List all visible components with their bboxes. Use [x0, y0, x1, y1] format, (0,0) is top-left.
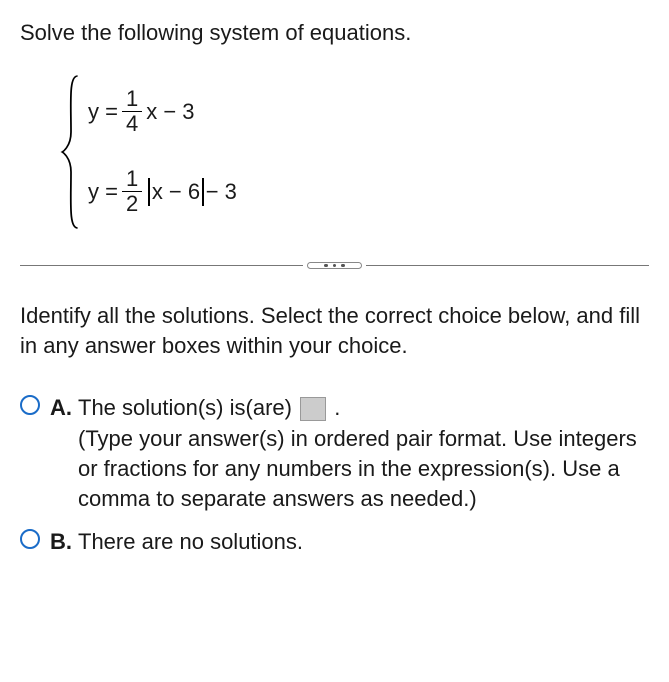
choice-b-text: There are no solutions.: [78, 527, 649, 557]
choice-a-line1: The solution(s) is(are) .: [78, 393, 649, 423]
left-brace-icon: [60, 72, 82, 232]
eq1-lhs: y =: [88, 97, 118, 127]
abs-inner: x − 6: [152, 177, 200, 207]
expand-button[interactable]: [307, 262, 363, 270]
abs-bar-right-icon: [202, 178, 204, 206]
equation-system: y = 1 4 x − 3 y = 1 2 x − 6 − 3: [60, 72, 649, 232]
dot-icon: [324, 264, 328, 268]
divider-line: [20, 265, 303, 266]
problem-prompt: Solve the following system of equations.: [20, 18, 649, 48]
dot-icon: [333, 264, 337, 268]
choice-b-letter: B.: [50, 527, 78, 557]
frac-numerator: 1: [122, 168, 142, 191]
fraction-1-4: 1 4: [122, 88, 142, 135]
instruction-text: Identify all the solutions. Select the c…: [20, 301, 649, 360]
dot-icon: [341, 264, 345, 268]
eq1-rhs: x − 3: [146, 97, 194, 127]
eq2-lhs: y =: [88, 177, 118, 207]
frac-denominator: 4: [122, 111, 142, 135]
choice-a: A. The solution(s) is(are) . (Type your …: [20, 391, 649, 516]
choice-b: B. There are no solutions.: [20, 525, 649, 559]
radio-b[interactable]: [20, 529, 40, 549]
radio-a[interactable]: [20, 395, 40, 415]
choice-a-line1-post: .: [334, 395, 340, 420]
section-divider: [20, 262, 649, 270]
fraction-1-2: 1 2: [122, 168, 142, 215]
choice-a-letter: A.: [50, 393, 78, 423]
answer-input-box[interactable]: [300, 397, 326, 421]
choice-a-line1-pre: The solution(s) is(are): [78, 395, 298, 420]
divider-line: [366, 265, 649, 266]
equation-2: y = 1 2 x − 6 − 3: [88, 168, 237, 215]
absolute-value: x − 6: [146, 177, 206, 207]
frac-denominator: 2: [122, 191, 142, 215]
frac-numerator: 1: [122, 88, 142, 111]
eq2-tail: − 3: [206, 177, 237, 207]
abs-bar-left-icon: [148, 178, 150, 206]
equation-1: y = 1 4 x − 3: [88, 88, 237, 135]
choice-a-help: (Type your answer(s) in ordered pair for…: [78, 424, 649, 513]
